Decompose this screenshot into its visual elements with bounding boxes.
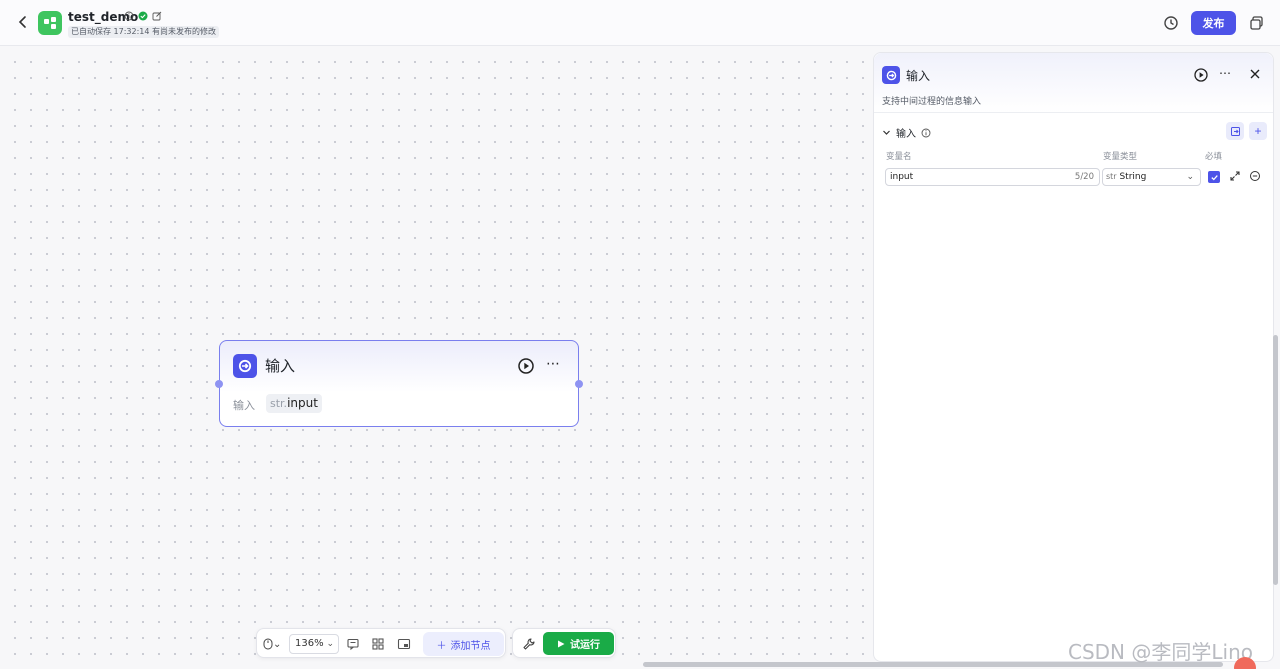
plus-icon: + xyxy=(1254,124,1262,138)
publish-button[interactable]: 发布 xyxy=(1191,11,1236,35)
mouse-icon xyxy=(263,638,273,650)
checkmark-icon xyxy=(1210,174,1218,180)
top-bar: test_demo 已自动保存 17:32:14 有尚未发布的修改 发布 xyxy=(0,0,1280,46)
more-icon[interactable]: ⋯ xyxy=(1219,66,1232,80)
input-port[interactable] xyxy=(215,380,223,388)
edit-icon[interactable] xyxy=(152,11,162,21)
output-port[interactable] xyxy=(575,380,583,388)
grid-layout-icon[interactable] xyxy=(370,636,386,652)
var-type-prefix: str. xyxy=(270,397,288,410)
chevron-down-icon xyxy=(883,130,890,135)
back-arrow-icon[interactable] xyxy=(14,13,32,31)
add-node-button[interactable]: ＋添加节点 xyxy=(423,632,504,656)
add-node-label: 添加节点 xyxy=(450,640,491,652)
variable-name-value: input xyxy=(890,172,914,182)
expand-icon[interactable] xyxy=(1229,170,1241,182)
chevron-down-icon: ⌄ xyxy=(1186,172,1194,182)
run-node-icon[interactable] xyxy=(517,357,535,375)
chevron-down-icon: ⌄ xyxy=(326,639,334,649)
input-node[interactable]: 输入 ⋯ 输入 str.input xyxy=(215,340,583,427)
node-config-panel: 输入 ⋯ 支持中间过程的信息输入 输入 + 变量名 变量类型 必填 input 5… xyxy=(873,52,1274,662)
type-prefix: str xyxy=(1106,172,1117,181)
panel-header: 输入 ⋯ 支持中间过程的信息输入 xyxy=(874,53,1273,113)
node-type-icon xyxy=(233,354,257,378)
node-field-label: 输入 xyxy=(233,399,255,412)
panel-node-icon xyxy=(882,66,900,84)
input-section-header[interactable]: 输入 xyxy=(882,125,931,140)
app-logo xyxy=(38,11,62,35)
window-icon[interactable] xyxy=(1247,13,1267,33)
test-run-label: 试运行 xyxy=(570,640,600,651)
close-icon[interactable] xyxy=(1248,67,1262,81)
input-node-icon xyxy=(238,359,252,373)
interaction-mode-button[interactable]: ⌄ xyxy=(263,636,285,652)
remove-icon[interactable] xyxy=(1249,170,1261,182)
type-value: String xyxy=(1119,172,1147,182)
zoom-value: 136% xyxy=(295,638,324,649)
col-header-name: 变量名 xyxy=(886,152,912,162)
panel-description: 支持中间过程的信息输入 xyxy=(882,97,982,107)
run-toolbar: 试运行 xyxy=(512,628,616,658)
info-icon[interactable] xyxy=(124,11,134,21)
workflow-canvas[interactable]: 输入 ⋯ 输入 str.input xyxy=(0,47,872,669)
title-icons xyxy=(124,11,162,21)
var-name: input xyxy=(287,396,318,410)
canvas-toolbar: ⌄ 136% ⌄ ＋添加节点 xyxy=(256,628,506,658)
variable-type-select[interactable]: str String ⌄ xyxy=(1102,168,1201,186)
comment-icon[interactable] xyxy=(345,636,361,652)
panel-title: 输入 xyxy=(906,69,931,83)
node-title: 输入 xyxy=(265,357,296,375)
test-run-button[interactable]: 试运行 xyxy=(543,632,614,655)
input-node-icon xyxy=(886,70,896,80)
unpublished-tag: 有尚未发布的修改 xyxy=(149,26,219,38)
history-icon[interactable] xyxy=(1161,13,1181,33)
section-title: 输入 xyxy=(896,129,916,140)
col-header-required: 必填 xyxy=(1205,152,1223,162)
watermark: CSDN @李同学Lino xyxy=(1068,640,1253,664)
col-header-type: 变量类型 xyxy=(1103,152,1138,162)
chevron-down-icon: ⌄ xyxy=(273,638,282,650)
verified-check-icon xyxy=(138,11,148,21)
more-icon[interactable]: ⋯ xyxy=(546,357,564,375)
vertical-scrollbar[interactable] xyxy=(1273,335,1278,585)
autosave-tag: 已自动保存 17:32:14 xyxy=(68,26,153,38)
zoom-select[interactable]: 136% ⌄ xyxy=(289,634,339,654)
variable-name-input[interactable]: input 5/20 xyxy=(885,168,1100,186)
add-variable-button[interactable]: + xyxy=(1249,122,1267,140)
plus-icon: ＋ xyxy=(436,640,447,652)
import-icon xyxy=(1230,126,1240,136)
run-node-icon[interactable] xyxy=(1193,67,1209,83)
import-button[interactable] xyxy=(1226,122,1244,140)
wrench-icon[interactable] xyxy=(521,636,537,652)
play-icon xyxy=(558,640,565,647)
info-icon[interactable] xyxy=(921,128,931,138)
char-count: 5/20 xyxy=(1074,172,1094,182)
workflow-logo-icon xyxy=(44,17,56,29)
node-variable-chip: str.input xyxy=(266,394,322,413)
required-checkbox[interactable] xyxy=(1208,171,1220,183)
minimap-icon[interactable] xyxy=(396,636,412,652)
